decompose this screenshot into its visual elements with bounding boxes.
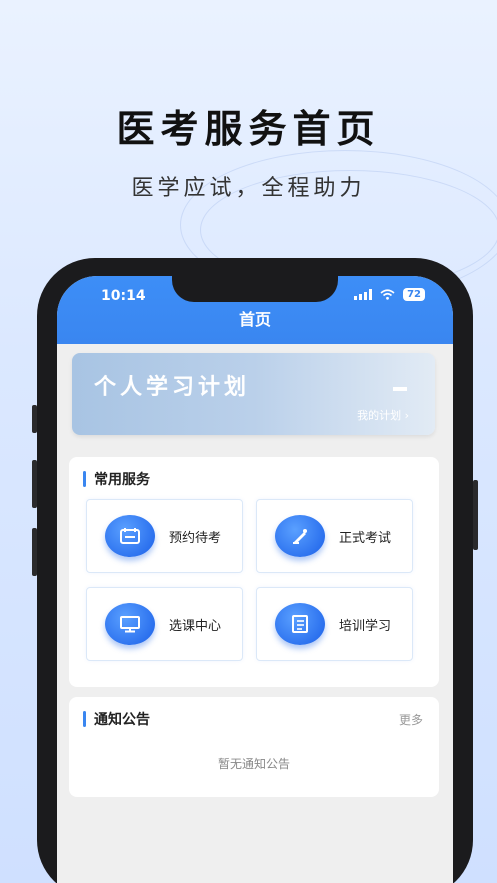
- service-label: 选课中心: [169, 618, 222, 634]
- phone-side-button: [32, 405, 37, 433]
- wifi-icon: [380, 289, 395, 300]
- service-tile-course-center[interactable]: 选课中心: [86, 587, 243, 661]
- plan-title: 个人学习计划: [94, 375, 251, 400]
- notices-title: 通知公告: [94, 712, 150, 728]
- exam-pen-icon: [275, 515, 325, 557]
- page-title: 首页: [238, 310, 271, 329]
- book-icon: [275, 603, 325, 645]
- section-accent-bar: [83, 711, 86, 727]
- my-plan-link[interactable]: 我的计划 ›: [357, 407, 409, 423]
- battery-icon: 72: [403, 288, 425, 301]
- notices-card: 通知公告 更多 暂无通知公告: [69, 697, 439, 797]
- app-header: 10:14 72 首页: [57, 276, 453, 344]
- service-tile-training[interactable]: 培训学习: [256, 587, 413, 661]
- phone-notch: [172, 276, 338, 302]
- main-content: 个人学习计划 我的计划 › 常用服务 预约待考 正式考试 选课中心 培训学习 通…: [57, 344, 453, 883]
- hero-subtitle: 医学应试，全程助力: [131, 176, 366, 201]
- empty-notices-text: 暂无通知公告: [217, 757, 290, 771]
- status-icons: 72: [354, 288, 425, 301]
- section-accent-bar: [83, 471, 86, 487]
- phone-side-button: [473, 480, 478, 550]
- service-tile-appointment[interactable]: 预约待考: [86, 499, 243, 573]
- service-label: 预约待考: [169, 530, 222, 546]
- services-title: 常用服务: [94, 472, 150, 488]
- hero-title: 医考服务首页: [116, 107, 381, 151]
- notices-header: 通知公告: [83, 709, 150, 729]
- phone-side-button: [32, 528, 37, 576]
- more-link[interactable]: 更多: [399, 711, 423, 728]
- study-plan-banner[interactable]: 个人学习计划 我的计划 ›: [72, 353, 435, 435]
- status-time: 10:14: [101, 288, 146, 304]
- phone-side-button: [32, 460, 37, 508]
- calendar-icon: [105, 515, 155, 557]
- service-label: 正式考试: [339, 530, 392, 546]
- course-screen-icon: [105, 603, 155, 645]
- phone-screen: 10:14 72 首页 个人学习计划 我的计划 › 常用服务 预约待考 正式考试…: [57, 276, 453, 883]
- service-label: 培训学习: [339, 618, 392, 634]
- services-header: 常用服务: [83, 469, 150, 489]
- services-card: 常用服务 预约待考 正式考试 选课中心 培训学习: [69, 457, 439, 687]
- service-tile-formal-exam[interactable]: 正式考试: [256, 499, 413, 573]
- minus-icon: [393, 387, 407, 391]
- cellular-signal-icon: [354, 289, 373, 300]
